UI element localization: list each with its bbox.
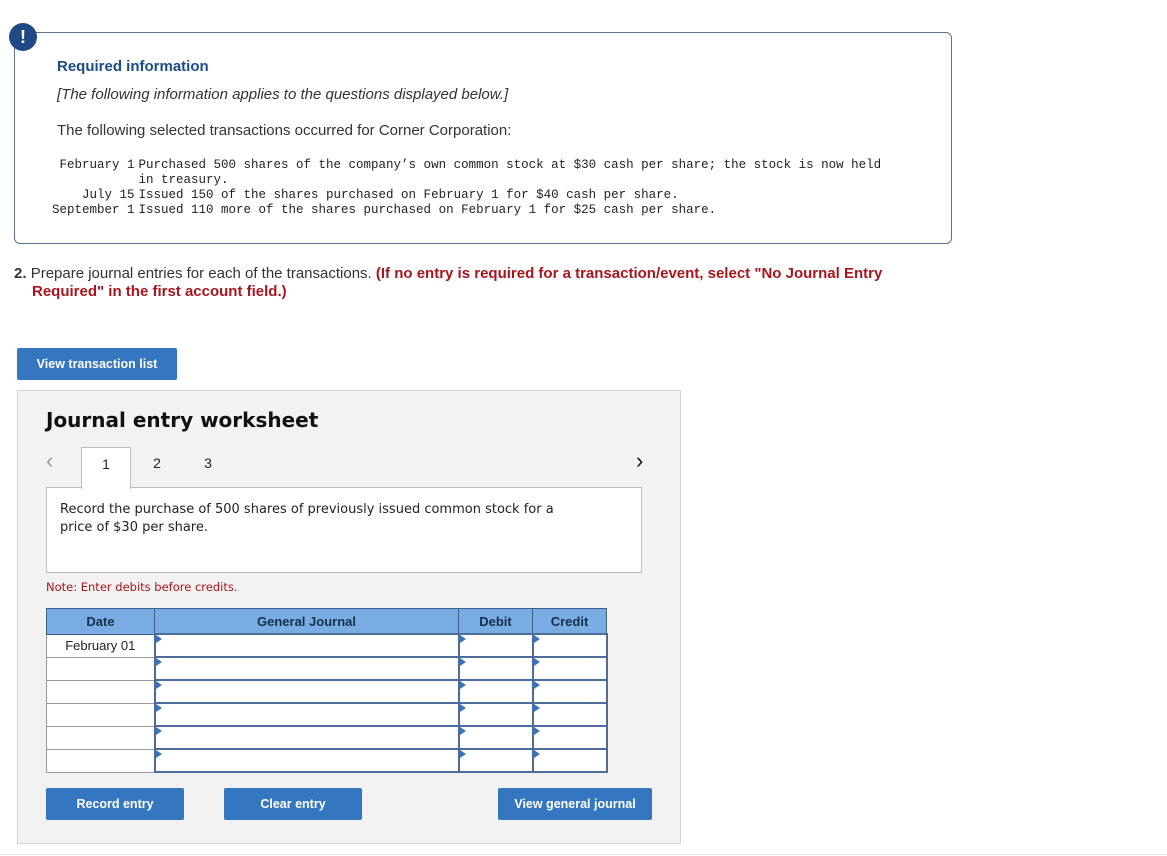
credit-input[interactable]	[533, 704, 606, 725]
chevron-left-icon[interactable]: ‹	[46, 450, 53, 472]
record-entry-button[interactable]: Record entry	[46, 788, 184, 820]
debit-input[interactable]	[459, 704, 532, 725]
account-input[interactable]	[155, 681, 458, 702]
header-general-journal: General Journal	[154, 608, 459, 635]
debit-cell[interactable]	[457, 633, 534, 658]
transaction-row: February 1 Purchased 500 shares of the c…	[52, 158, 889, 188]
journal-header-row: Date General Journal Debit Credit	[46, 608, 607, 635]
transaction-date: February 1	[59, 158, 135, 172]
debits-credits-note: Note: Enter debits before credits.	[46, 580, 238, 594]
debit-cell[interactable]	[457, 656, 534, 681]
credit-input[interactable]	[533, 681, 606, 702]
date-cell	[46, 725, 155, 750]
transactions-intro: The following selected transactions occu…	[57, 122, 512, 139]
header-debit: Debit	[458, 608, 533, 635]
transaction-row: September 1 Issued 110 more of the share…	[52, 203, 889, 218]
transaction-description: Issued 150 of the shares purchased on Fe…	[138, 188, 679, 202]
account-cell[interactable]	[153, 679, 460, 704]
journal-row	[46, 725, 608, 750]
credit-cell[interactable]	[531, 748, 608, 773]
clear-entry-button[interactable]: Clear entry	[224, 788, 362, 820]
header-date: Date	[46, 608, 155, 635]
credit-input[interactable]	[533, 727, 606, 748]
account-input[interactable]	[155, 727, 458, 748]
debit-cell[interactable]	[457, 725, 534, 750]
debit-cell[interactable]	[457, 702, 534, 727]
journal-row	[46, 702, 608, 727]
account-cell[interactable]	[153, 656, 460, 681]
credit-cell[interactable]	[531, 656, 608, 681]
credit-input[interactable]	[533, 750, 606, 771]
journal-row: February 01	[46, 633, 608, 658]
worksheet-title: Journal entry worksheet	[46, 408, 319, 432]
credit-input[interactable]	[533, 658, 606, 679]
journal-row	[46, 679, 608, 704]
question-prompt: 2. Prepare journal entries for each of t…	[14, 265, 914, 301]
transaction-description: Purchased 500 shares of the company’s ow…	[138, 158, 882, 187]
question-instruction-cont: Required" in the first account field.)	[32, 283, 287, 300]
account-cell[interactable]	[153, 725, 460, 750]
date-cell: February 01	[46, 633, 155, 658]
date-cell	[46, 679, 155, 704]
credit-cell[interactable]	[531, 725, 608, 750]
debit-input[interactable]	[459, 635, 532, 656]
transaction-date: July 15	[82, 188, 135, 202]
credit-cell[interactable]	[531, 702, 608, 727]
question-text: Prepare journal entries for each of the …	[30, 265, 372, 282]
tab-1[interactable]: 1	[81, 447, 131, 489]
account-cell[interactable]	[153, 702, 460, 727]
account-input[interactable]	[155, 635, 458, 656]
account-input[interactable]	[155, 704, 458, 725]
account-input[interactable]	[155, 658, 458, 679]
entry-description: Record the purchase of 500 shares of pre…	[60, 502, 554, 535]
credit-cell[interactable]	[531, 633, 608, 658]
transactions-list: February 1 Purchased 500 shares of the c…	[52, 158, 889, 218]
debit-input[interactable]	[459, 658, 532, 679]
debit-cell[interactable]	[457, 679, 534, 704]
credit-input[interactable]	[533, 635, 606, 656]
journal-table: Date General Journal Debit Credit Februa…	[46, 608, 608, 773]
question-instruction: (If no entry is required for a transacti…	[375, 265, 883, 282]
date-cell	[46, 748, 155, 773]
page-divider	[0, 854, 1167, 855]
entry-description-box: Record the purchase of 500 shares of pre…	[46, 487, 642, 573]
date-cell	[46, 702, 155, 727]
journal-row	[46, 656, 608, 681]
debit-input[interactable]	[459, 727, 532, 748]
view-general-journal-button[interactable]: View general journal	[498, 788, 652, 820]
transaction-row: July 15 Issued 150 of the shares purchas…	[52, 188, 889, 203]
account-cell[interactable]	[153, 748, 460, 773]
required-information-title: Required information	[57, 58, 209, 75]
debit-input[interactable]	[459, 750, 532, 771]
info-applies-note: [The following information applies to th…	[57, 86, 509, 103]
view-transaction-list-button[interactable]: View transaction list	[17, 348, 177, 380]
transaction-description: Issued 110 more of the shares purchased …	[138, 203, 717, 217]
header-credit: Credit	[532, 608, 607, 635]
chevron-right-icon[interactable]: ›	[636, 450, 643, 472]
credit-cell[interactable]	[531, 679, 608, 704]
exclamation-icon: !	[9, 23, 37, 51]
tab-3[interactable]: 3	[183, 447, 233, 488]
transaction-date: September 1	[52, 203, 135, 217]
date-cell	[46, 656, 155, 681]
question-number: 2.	[14, 265, 27, 282]
account-input[interactable]	[155, 750, 458, 771]
journal-row	[46, 748, 608, 773]
tab-2[interactable]: 2	[132, 447, 182, 488]
debit-input[interactable]	[459, 681, 532, 702]
debit-cell[interactable]	[457, 748, 534, 773]
account-cell[interactable]	[153, 633, 460, 658]
